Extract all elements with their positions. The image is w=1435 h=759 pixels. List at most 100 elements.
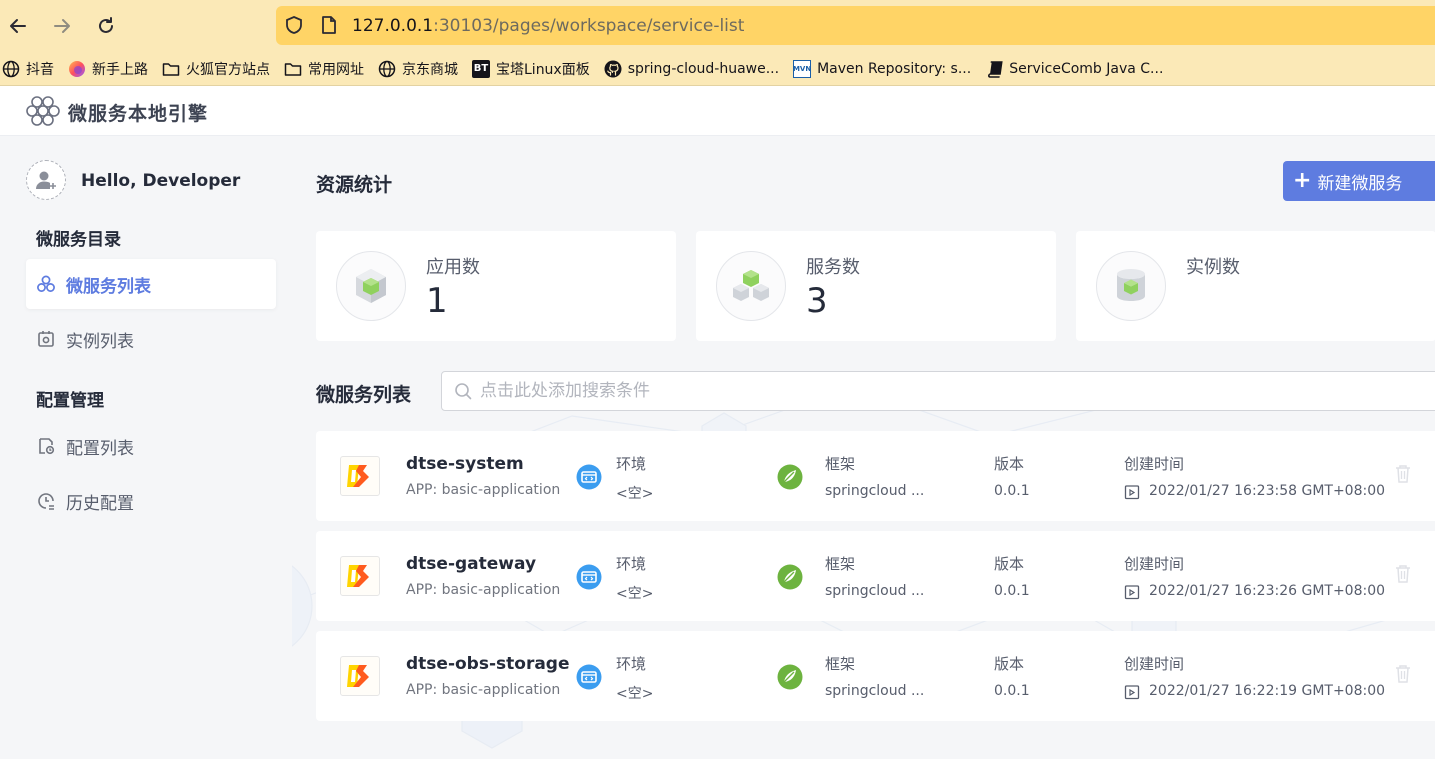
bookmark-douyin[interactable]: 抖音 — [2, 59, 54, 79]
environment-label: 环境 — [616, 655, 647, 673]
bookmark-label: 抖音 — [26, 61, 54, 78]
environment-label: 环境 — [616, 455, 647, 473]
url-path: :30103/pages/workspace/service-list — [433, 16, 745, 36]
globe-icon — [2, 60, 20, 77]
sidebar-item-label: 实例列表 — [66, 331, 134, 352]
environment-value: <空> — [616, 686, 654, 702]
arrow-left-icon — [10, 19, 26, 33]
stat-label: 实例数 — [1186, 257, 1240, 278]
bookmark-common-sites[interactable]: 常用网址 — [284, 59, 364, 79]
environment-value: <空> — [616, 486, 654, 502]
service-app: APP: basic-application — [406, 482, 561, 498]
globe-icon — [378, 60, 396, 77]
service-logo-icon — [340, 656, 380, 696]
service-name[interactable]: dtse-obs-storage — [406, 654, 570, 674]
bookmark-servicecomb[interactable]: ServiceComb Java C... — [985, 60, 1163, 78]
bookmark-spring-cloud-huawei[interactable]: spring-cloud-huawe... — [604, 60, 779, 78]
search-box[interactable] — [441, 371, 1435, 411]
folder-icon — [162, 62, 180, 76]
sidebar-item-config-list[interactable]: 配置列表 — [26, 421, 276, 471]
bookmark-label: spring-cloud-huawe... — [627, 60, 780, 77]
app-cube-icon — [336, 251, 406, 321]
stat-value: 3 — [806, 281, 828, 321]
avatar[interactable] — [26, 160, 66, 200]
sidebar-item-label: 配置列表 — [66, 438, 134, 459]
stat-label: 应用数 — [426, 257, 480, 278]
github-icon — [604, 60, 622, 77]
honeycomb-logo-icon — [26, 96, 60, 126]
time-icon — [1124, 585, 1140, 600]
sidebar-item-service-list[interactable]: 微服务列表 — [26, 259, 276, 309]
search-icon — [455, 383, 472, 400]
environment-icon — [576, 664, 602, 690]
sidebar-item-label: 历史配置 — [66, 493, 134, 514]
url-bar[interactable]: 127.0.0.1:30103/pages/workspace/service-… — [276, 6, 1435, 45]
framework-value: springcloud ... — [825, 683, 925, 699]
sidebar-item-history-config[interactable]: 历史配置 — [26, 476, 276, 526]
reload-button[interactable] — [90, 10, 122, 42]
app-title: 微服务本地引擎 — [68, 103, 209, 125]
service-card[interactable]: dtse-gateway APP: basic-application 环境 <… — [316, 531, 1435, 621]
bookmark-firefox-site[interactable]: 火狐官方站点 — [162, 59, 270, 79]
created-time-label: 创建时间 — [1124, 555, 1185, 573]
service-card[interactable]: dtse-obs-storage APP: basic-application … — [316, 631, 1435, 721]
service-card[interactable]: dtse-system APP: basic-application 环境 <空… — [316, 431, 1435, 521]
stat-card-services: 服务数 3 — [696, 231, 1056, 341]
framework-value: springcloud ... — [825, 483, 925, 499]
spring-leaf-icon — [777, 464, 803, 490]
stat-label: 服务数 — [806, 257, 860, 278]
version-value: 0.0.1 — [994, 683, 1030, 699]
url-text[interactable]: 127.0.0.1:30103/pages/workspace/service-… — [352, 15, 744, 37]
bookmark-bt-panel[interactable]: BT 宝塔Linux面板 — [472, 59, 590, 79]
url-host: 127.0.0.1 — [352, 16, 434, 36]
back-button[interactable] — [2, 10, 34, 42]
service-name[interactable]: dtse-gateway — [406, 554, 536, 574]
framework-value: springcloud ... — [825, 583, 925, 599]
folder-icon — [284, 62, 302, 76]
forward-button[interactable] — [46, 10, 78, 42]
history-icon — [38, 493, 54, 510]
bookmark-maven-repository[interactable]: MVN Maven Repository: s... — [793, 59, 971, 78]
service-app: APP: basic-application — [406, 582, 561, 598]
service-cubes-icon — [716, 251, 786, 321]
bookmark-label: ServiceComb Java C... — [1009, 60, 1164, 77]
environment-label: 环境 — [616, 555, 647, 573]
cluster-icon — [37, 275, 55, 292]
app-header: 微服务本地引擎 — [0, 86, 1435, 136]
bookmark-label: 宝塔Linux面板 — [496, 61, 590, 78]
service-app: APP: basic-application — [406, 682, 561, 698]
time-icon — [1124, 685, 1140, 700]
resource-stats-title: 资源统计 — [316, 174, 393, 196]
new-service-button-label: 新建微服务 — [1317, 173, 1403, 194]
trash-icon[interactable] — [1394, 564, 1412, 584]
instance-database-icon — [1096, 251, 1166, 321]
search-input[interactable] — [480, 378, 1380, 404]
new-service-button[interactable]: + 新建微服务 — [1283, 161, 1435, 201]
framework-label: 框架 — [825, 555, 856, 573]
stat-card-apps: 应用数 1 — [316, 231, 676, 341]
stat-value: 1 — [426, 281, 448, 321]
version-label: 版本 — [994, 455, 1025, 473]
environment-icon — [576, 564, 602, 590]
book-icon — [988, 60, 1003, 78]
trash-icon[interactable] — [1394, 464, 1412, 484]
created-time-value: 2022/01/27 16:22:19 GMT+08:00 — [1149, 683, 1386, 699]
service-name[interactable]: dtse-system — [406, 454, 524, 474]
reload-icon — [99, 17, 113, 33]
trash-icon[interactable] — [1394, 664, 1412, 684]
page-icon[interactable] — [320, 15, 338, 35]
stat-card-instances: 实例数 — [1076, 231, 1435, 341]
bookmark-jd[interactable]: 京东商城 — [378, 59, 458, 79]
version-value: 0.0.1 — [994, 483, 1030, 499]
shield-icon[interactable] — [284, 15, 304, 35]
created-time-value: 2022/01/27 16:23:26 GMT+08:00 — [1149, 583, 1386, 599]
spring-leaf-icon — [777, 564, 803, 590]
bookmark-getting-started[interactable]: 新手上路 — [68, 59, 148, 79]
sidebar-item-instance-list[interactable]: 实例列表 — [26, 314, 276, 364]
service-logo-icon — [340, 456, 380, 496]
mvn-icon: MVN — [793, 59, 811, 78]
sidebar-item-label: 微服务列表 — [66, 276, 151, 297]
arrow-right-icon — [54, 19, 70, 33]
created-time-label: 创建时间 — [1124, 455, 1185, 473]
framework-label: 框架 — [825, 655, 856, 673]
